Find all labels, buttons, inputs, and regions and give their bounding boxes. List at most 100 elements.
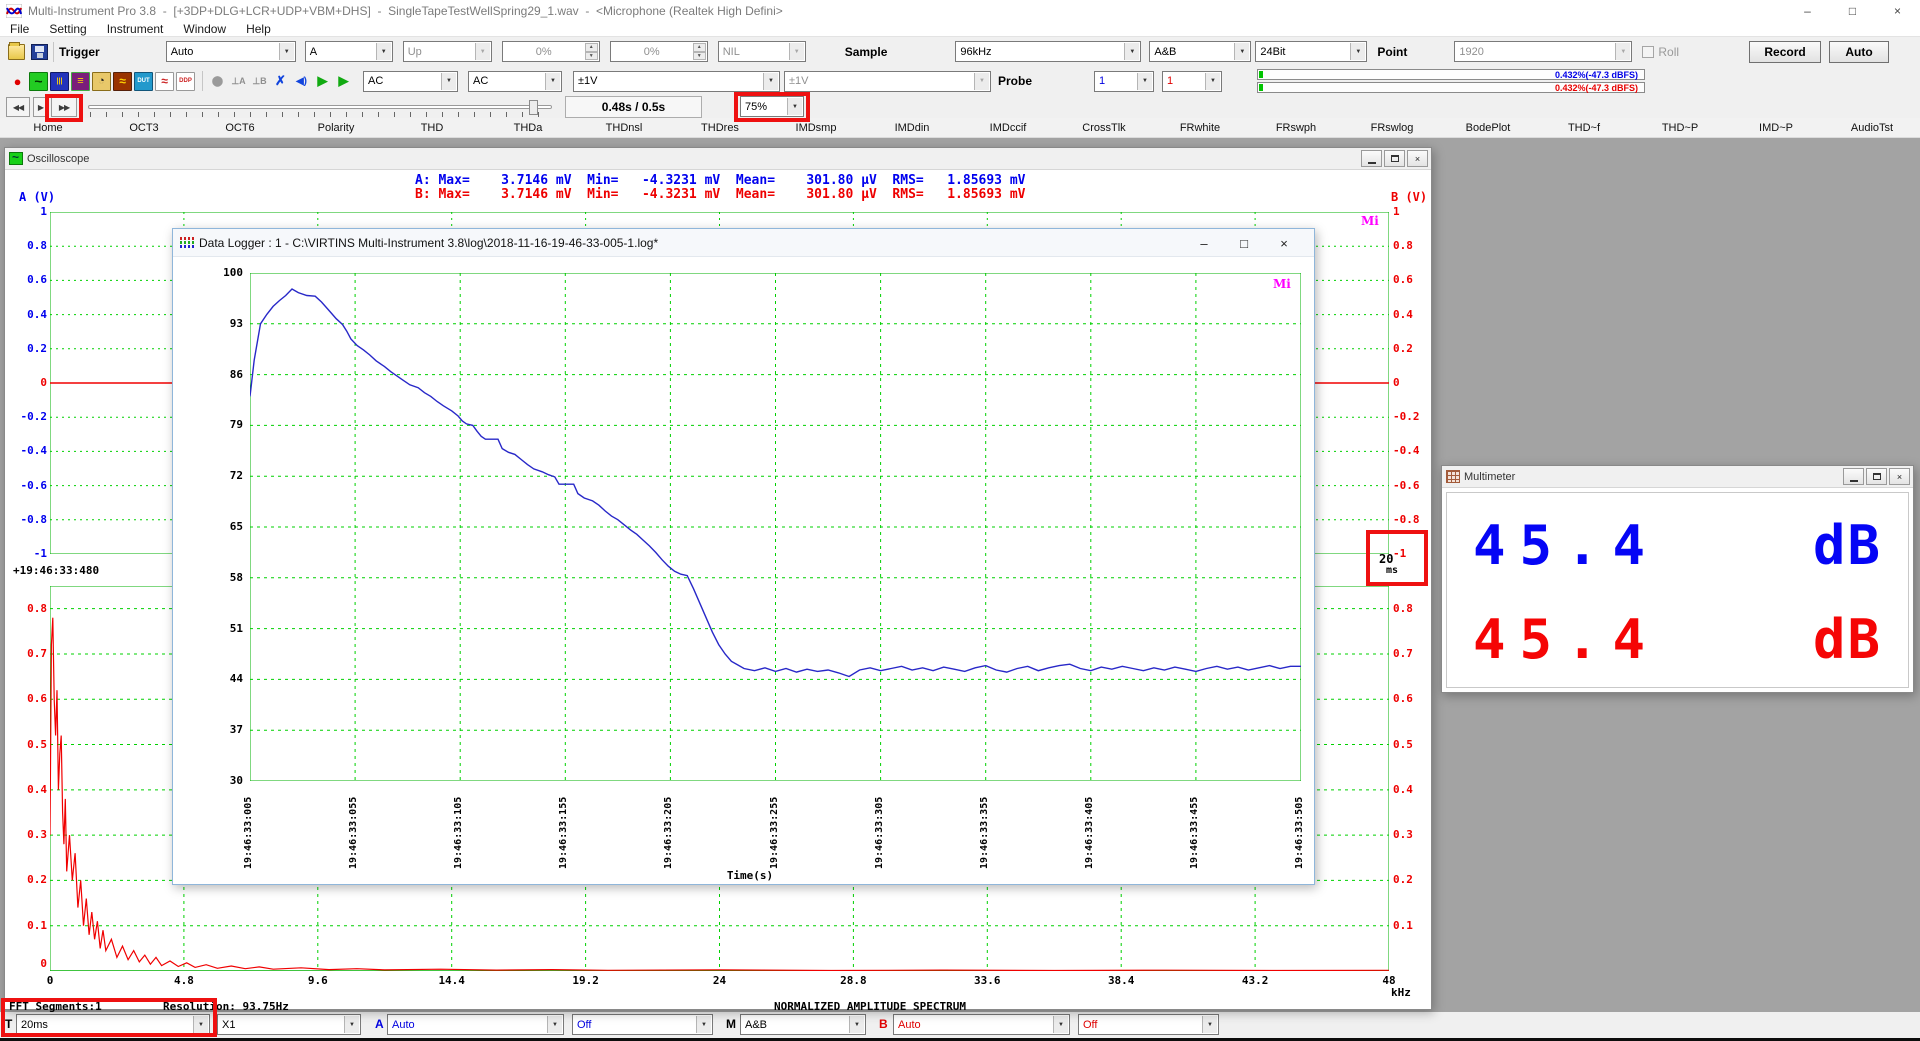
play-icon[interactable]: ▶ (313, 72, 332, 91)
tab-oct6[interactable]: OCT6 (192, 118, 288, 137)
tab-bodeplot[interactable]: BodePlot (1440, 118, 1536, 137)
derived-data-icon[interactable]: ≈ (155, 72, 174, 91)
close-icon[interactable]: × (1264, 236, 1304, 251)
tab-thd[interactable]: THD (384, 118, 480, 137)
tab-imdccif[interactable]: IMDccif (960, 118, 1056, 137)
tab-thda[interactable]: THDa (480, 118, 576, 137)
record-icon[interactable]: ● (8, 72, 27, 91)
chevron-down-icon[interactable] (763, 73, 778, 90)
chevron-down-icon[interactable] (1205, 73, 1220, 90)
trigger-source-select[interactable]: A (305, 41, 393, 62)
position-slider[interactable] (88, 105, 552, 109)
tab-frwhite[interactable]: FRwhite (1152, 118, 1248, 137)
tab-crosstlk[interactable]: CrossTlk (1056, 118, 1152, 137)
close-icon[interactable]: × (1889, 468, 1910, 485)
chevron-down-icon[interactable] (344, 1016, 359, 1033)
mark-b-icon[interactable]: ⊥B (250, 72, 269, 91)
data-logger-plot[interactable] (250, 273, 1301, 781)
device-test-plan-icon[interactable]: DUT (134, 72, 153, 91)
minimize-icon[interactable]: – (1785, 0, 1830, 22)
tab-oct3[interactable]: OCT3 (96, 118, 192, 137)
record-button[interactable]: Record (1749, 41, 1821, 63)
coupling-b-select[interactable]: AC (468, 71, 562, 92)
tab-frswlog[interactable]: FRswlog (1344, 118, 1440, 137)
menu-item-instrument[interactable]: Instrument (97, 22, 174, 36)
math-channel-select[interactable]: A&B (740, 1014, 866, 1035)
save-file-icon[interactable] (31, 44, 48, 60)
oscilloscope-icon[interactable]: ~ (29, 72, 48, 91)
ddp-viewer-icon[interactable]: DDP (176, 72, 195, 91)
menu-item-setting[interactable]: Setting (39, 22, 96, 36)
oscilloscope-title-bar[interactable]: Oscilloscope × (5, 148, 1431, 170)
chevron-down-icon[interactable] (1234, 43, 1249, 60)
channel-a-filter-select[interactable]: Off (572, 1014, 713, 1035)
chevron-down-icon[interactable] (547, 1016, 562, 1033)
channel-b-filter-select[interactable]: Off (1078, 1014, 1219, 1035)
chevron-down-icon[interactable] (545, 73, 560, 90)
rewind-button[interactable]: ◀◀ (6, 97, 30, 117)
range-a-select[interactable]: ±1V (573, 71, 780, 92)
sample-rate-select[interactable]: 96kHz (955, 41, 1141, 62)
restore-icon[interactable] (1384, 150, 1405, 167)
chevron-down-icon[interactable] (1137, 73, 1152, 90)
maximize-icon[interactable]: □ (1830, 0, 1875, 22)
coupling-a-select[interactable]: AC (363, 71, 458, 92)
restore-icon[interactable] (1866, 468, 1887, 485)
auto-button[interactable]: Auto (1829, 41, 1889, 63)
chevron-down-icon[interactable] (1350, 43, 1365, 60)
speaker-icon[interactable]: ◀) (292, 72, 311, 91)
probe-a-select[interactable]: 1 (1094, 71, 1154, 92)
sample-channels-select[interactable]: A&B (1149, 41, 1251, 62)
spectrum-analyzer-icon[interactable]: ||| (50, 72, 69, 91)
zoom-select[interactable]: 75% (740, 96, 804, 117)
tab-imdsmp[interactable]: IMDsmp (768, 118, 864, 137)
chevron-down-icon[interactable] (1202, 1016, 1217, 1033)
tab-home[interactable]: Home (0, 118, 96, 137)
step-button[interactable]: ▶ (33, 97, 48, 117)
tab-imd~p[interactable]: IMD~P (1728, 118, 1824, 137)
channel-b-gain-select[interactable]: Auto (893, 1014, 1070, 1035)
chevron-down-icon[interactable] (696, 1016, 711, 1033)
tab-thdres[interactable]: THDres (672, 118, 768, 137)
spectrum-3d-plot-icon[interactable]: ≡ (71, 72, 90, 91)
fast-forward-button[interactable]: ▶▶ (51, 97, 77, 117)
multimeter-icon[interactable]: ◔ (92, 72, 111, 91)
tab-polarity[interactable]: Polarity (288, 118, 384, 137)
menu-item-help[interactable]: Help (236, 22, 281, 36)
multiplier-select[interactable]: X1 (217, 1014, 361, 1035)
tab-thdnsl[interactable]: THDnsl (576, 118, 672, 137)
chevron-down-icon[interactable] (279, 43, 294, 60)
multimeter-title-bar[interactable]: Multimeter × (1442, 466, 1913, 488)
mark-a-icon[interactable]: ⊥A (229, 72, 248, 91)
maximize-icon[interactable]: □ (1224, 236, 1264, 251)
probe-calibration-icon[interactable]: ✗ (271, 72, 290, 91)
menu-item-window[interactable]: Window (173, 22, 236, 36)
tab-imddin[interactable]: IMDdin (864, 118, 960, 137)
tab-frswph[interactable]: FRswph (1248, 118, 1344, 137)
chevron-down-icon[interactable] (787, 98, 802, 115)
trigger-mode-select[interactable]: Auto (166, 41, 296, 62)
chevron-down-icon[interactable] (376, 43, 391, 60)
signal-generator-icon[interactable]: ≈ (113, 72, 132, 91)
tab-audiotst[interactable]: AudioTst (1824, 118, 1920, 137)
close-icon[interactable]: × (1875, 0, 1920, 22)
minimize-icon[interactable]: – (1184, 236, 1224, 251)
chevron-down-icon[interactable] (193, 1016, 208, 1033)
minimize-icon[interactable] (1361, 150, 1382, 167)
data-logger-title-bar[interactable]: Data Logger : 1 - C:\VIRTINS Multi-Instr… (173, 229, 1314, 257)
tab-thd~p[interactable]: THD~P (1632, 118, 1728, 137)
tab-thd~f[interactable]: THD~f (1536, 118, 1632, 137)
play-record-icon[interactable]: ▶ (334, 72, 353, 91)
chevron-down-icon[interactable] (1124, 43, 1139, 60)
open-file-icon[interactable] (8, 44, 25, 60)
probe-b-select[interactable]: 1 (1162, 71, 1222, 92)
bit-depth-select[interactable]: 24Bit (1255, 41, 1367, 62)
close-icon[interactable]: × (1407, 150, 1428, 167)
hold-icon[interactable]: ⬤ (208, 72, 227, 91)
channel-a-gain-select[interactable]: Auto (387, 1014, 564, 1035)
chevron-down-icon[interactable] (849, 1016, 864, 1033)
chevron-down-icon[interactable] (1053, 1016, 1068, 1033)
sweep-time-select[interactable]: 20ms (16, 1014, 210, 1035)
chevron-down-icon[interactable] (441, 73, 456, 90)
minimize-icon[interactable] (1843, 468, 1864, 485)
